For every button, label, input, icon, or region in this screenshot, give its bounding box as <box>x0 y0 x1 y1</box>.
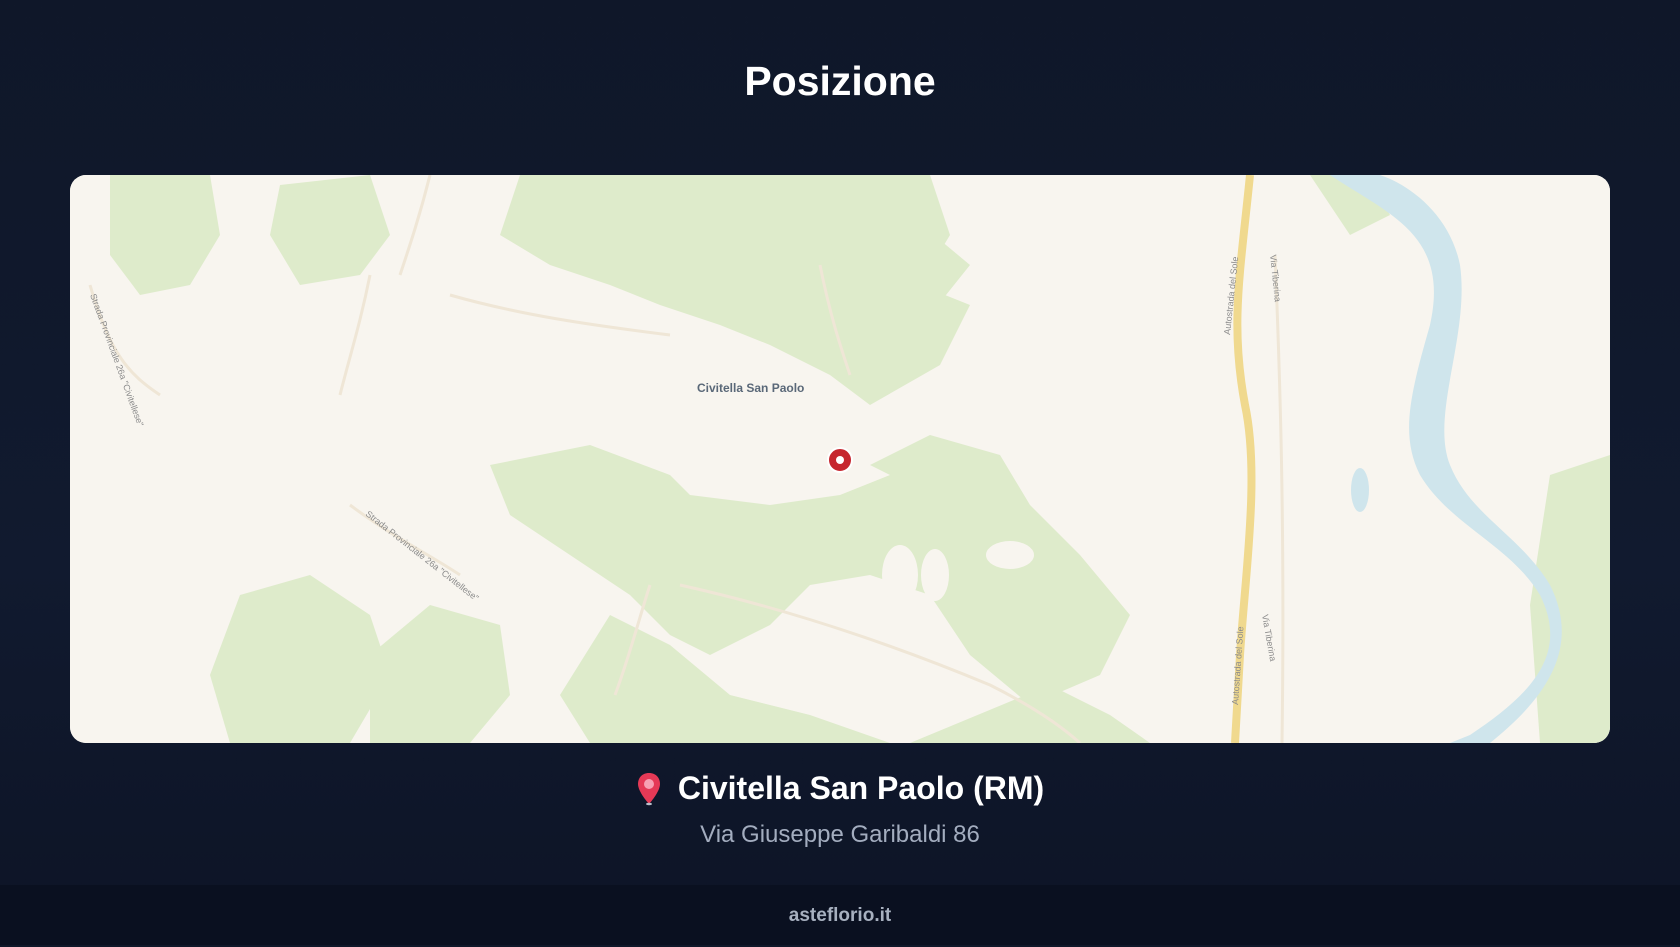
page-title: Posizione <box>744 58 936 104</box>
location-address: Via Giuseppe Garibaldi 86 <box>700 820 980 848</box>
location-name: Civitella San Paolo (RM) <box>677 770 1045 806</box>
footer: asteflorio.it <box>0 885 1680 945</box>
location-marker-icon[interactable] <box>827 447 853 473</box>
place-label: Civitella San Paolo <box>697 381 804 395</box>
map[interactable]: Civitella San Paolo Autostrada del Sole … <box>70 175 1610 743</box>
map-canvas[interactable]: Civitella San Paolo Autostrada del Sole … <box>70 175 1610 743</box>
pin-icon <box>637 772 660 805</box>
footer-site[interactable]: asteflorio.it <box>789 905 891 926</box>
lake <box>1351 468 1369 512</box>
location-info: Civitella San Paolo (RM) Via Giuseppe Ga… <box>0 770 1680 849</box>
location-heading: Civitella San Paolo (RM) <box>636 770 1044 807</box>
